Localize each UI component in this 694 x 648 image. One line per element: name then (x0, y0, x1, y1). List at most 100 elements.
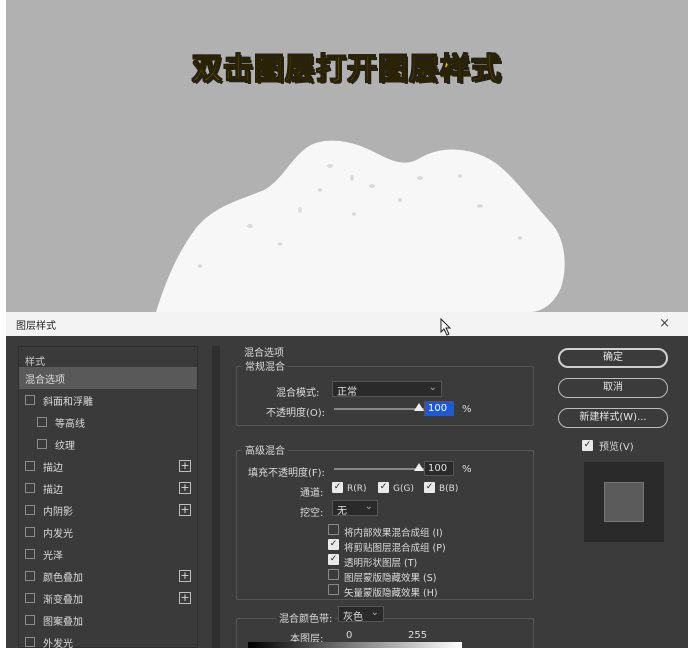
new-style-button[interactable]: 新建样式(W)... (558, 408, 668, 428)
advanced-option-checkbox[interactable] (328, 569, 339, 580)
style-item[interactable]: 描边 + (19, 477, 197, 499)
fill-opacity-label: 填充不透明度(F): (248, 468, 325, 479)
style-checkbox[interactable] (25, 637, 35, 647)
style-checkbox[interactable] (25, 461, 35, 471)
styles-header: 样式 (25, 357, 45, 368)
style-checkbox[interactable] (25, 527, 35, 537)
style-item[interactable]: 图案叠加 (19, 609, 197, 631)
add-effect-icon[interactable]: + (179, 592, 191, 604)
style-item[interactable]: 混合选项 (19, 367, 197, 389)
style-item[interactable]: 纹理 (19, 433, 197, 455)
panel-divider (212, 346, 220, 648)
this-layer-max: 255 (408, 630, 428, 641)
add-effect-icon[interactable]: + (179, 460, 191, 472)
channel-label: G(G) (393, 484, 414, 494)
style-checkbox[interactable] (25, 571, 35, 581)
style-item[interactable]: 等高线 (19, 411, 197, 433)
style-item[interactable]: 颜色叠加 + (19, 565, 197, 587)
style-preview-thumbnail (584, 462, 664, 542)
fill-opacity-slider-thumb[interactable] (414, 463, 424, 471)
style-item-label: 等高线 (55, 418, 85, 430)
advanced-option-label: 矢量蒙版隐藏效果 (H) (344, 588, 438, 599)
advanced-option-label: 将内部效果混合成组 (I) (344, 528, 443, 539)
chevron-down-icon: ⌄ (370, 607, 379, 618)
blend-mode-select[interactable]: 正常 ⌄ (332, 381, 442, 398)
blending-options-panel: 混合选项 常规混合 混合模式: 正常 ⌄ 不透明度(O): 100 % 高级混合 … (228, 340, 546, 648)
style-item[interactable]: 内阴影 + (19, 499, 197, 521)
add-effect-icon[interactable]: + (179, 570, 191, 582)
chevron-down-icon: ⌄ (428, 382, 437, 393)
mouse-cursor-icon (440, 318, 452, 336)
style-item-label: 描边 (43, 462, 63, 474)
opacity-unit: % (462, 404, 472, 415)
style-item-label: 颜色叠加 (43, 572, 83, 584)
advanced-option-label: 将剪贴图层混合成组 (P) (344, 543, 446, 554)
opacity-slider[interactable] (334, 408, 424, 410)
blending-options-title: 混合选项 (244, 348, 284, 359)
fill-opacity-unit: % (462, 464, 472, 475)
style-item-label: 混合选项 (25, 374, 65, 386)
opacity-input[interactable]: 100 (424, 401, 454, 416)
style-checkbox[interactable] (25, 615, 35, 625)
channel-checkbox[interactable]: ✓ (332, 482, 343, 493)
advanced-blending-title: 高级混合 (242, 442, 288, 457)
style-item-label: 斜面和浮雕 (43, 396, 93, 408)
tutorial-headline: 双击图层打开图层样式 (191, 51, 502, 87)
blend-mode-label: 混合模式: (276, 388, 320, 399)
dialog-title: 图层样式 (16, 320, 56, 332)
preview-checkbox[interactable]: ✓ (582, 440, 593, 451)
style-item[interactable]: 描边 + (19, 455, 197, 477)
style-item-label: 外发光 (43, 638, 73, 648)
fill-opacity-input[interactable]: 100 (424, 461, 454, 476)
add-effect-icon[interactable]: + (179, 482, 191, 494)
channel-checkbox[interactable]: ✓ (424, 482, 435, 493)
style-checkbox[interactable] (25, 505, 35, 515)
blend-mode-value: 正常 (337, 387, 357, 398)
blend-if-value: 灰色 (343, 612, 363, 623)
advanced-option-label: 透明形状图层 (T) (344, 558, 418, 569)
knockout-select[interactable]: 无 ⌄ (332, 500, 378, 517)
style-item[interactable]: 斜面和浮雕 (19, 389, 197, 411)
channel-label: R(R) (347, 484, 367, 494)
blend-if-select[interactable]: 灰色 ⌄ (338, 606, 384, 623)
channel-checkbox[interactable]: ✓ (378, 482, 389, 493)
this-layer-gradient-slider[interactable] (248, 642, 462, 648)
opacity-slider-thumb[interactable] (414, 403, 424, 411)
knockout-label: 挖空: (300, 508, 324, 519)
style-item[interactable]: 内发光 (19, 521, 197, 543)
advanced-option-checkbox[interactable] (328, 524, 339, 535)
add-effect-icon[interactable]: + (179, 504, 191, 516)
cancel-button[interactable]: 取消 (558, 378, 668, 398)
style-item[interactable]: 光泽 (19, 543, 197, 565)
advanced-option-checkbox[interactable]: ✓ (328, 554, 339, 565)
ok-button[interactable]: 确定 (558, 348, 668, 368)
advanced-option-checkbox[interactable] (328, 584, 339, 595)
style-item-label: 渐变叠加 (43, 594, 83, 606)
styles-list: 样式 混合选项 斜面和浮雕 等高线 纹理 描边 + 描边 + 内阴影 + 内发光 光泽 颜色叠加 + 渐变叠… (18, 346, 198, 648)
blend-if-label: 混合颜色带: (276, 610, 336, 625)
style-item[interactable]: 外发光 (19, 631, 197, 648)
dialog-titlebar[interactable]: 图层样式 × (6, 312, 688, 336)
advanced-option-checkbox[interactable]: ✓ (328, 539, 339, 550)
style-checkbox[interactable] (25, 483, 35, 493)
preview-toggle[interactable]: ✓ 预览(V) (582, 438, 634, 453)
this-layer-min: 0 (346, 630, 353, 641)
style-checkbox[interactable] (25, 395, 35, 405)
fill-opacity-slider[interactable] (334, 468, 424, 470)
style-checkbox[interactable] (37, 439, 47, 449)
close-icon[interactable]: × (659, 316, 670, 331)
opacity-label: 不透明度(O): (266, 408, 326, 419)
style-checkbox[interactable] (25, 593, 35, 603)
style-item[interactable]: 渐变叠加 + (19, 587, 197, 609)
preview-swatch (604, 482, 644, 522)
preview-label: 预览(V) (599, 442, 634, 453)
style-item-label: 内发光 (43, 528, 73, 540)
style-item-label: 光泽 (43, 550, 63, 562)
style-checkbox[interactable] (37, 417, 47, 427)
style-item-label: 纹理 (55, 440, 75, 452)
general-blending-title: 常规混合 (242, 358, 288, 373)
channel-label: B(B) (439, 484, 459, 494)
knockout-value: 无 (337, 506, 347, 517)
right-frame-border (688, 0, 694, 648)
style-checkbox[interactable] (25, 549, 35, 559)
